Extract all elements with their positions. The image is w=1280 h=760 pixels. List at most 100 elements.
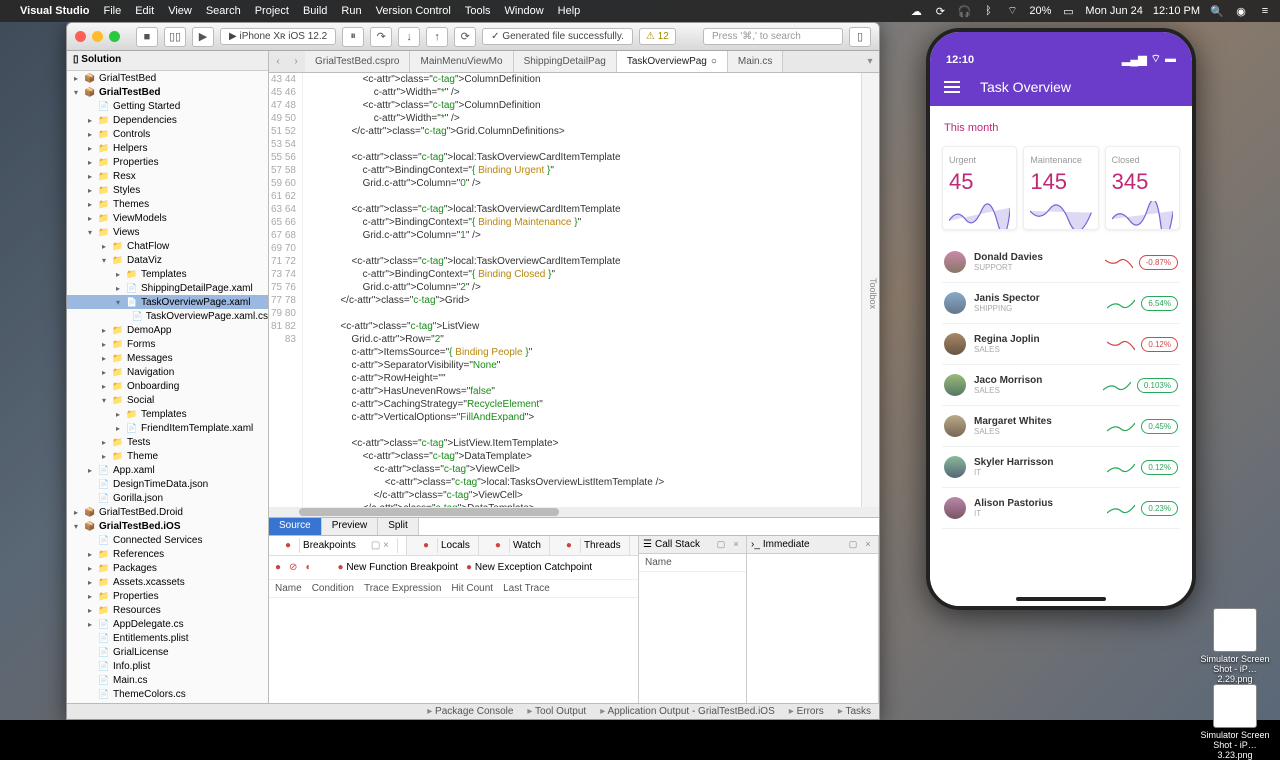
people-list[interactable]: Donald DaviesSUPPORT-0.87%Janis SpectorS… bbox=[930, 242, 1192, 529]
tree-item[interactable]: ▸📁Forms bbox=[67, 337, 268, 351]
tree-item[interactable]: ▸📁Controls bbox=[67, 127, 268, 141]
tree-item[interactable]: ▸📦GrialTestBed.Droid bbox=[67, 505, 268, 519]
hamburger-icon[interactable] bbox=[944, 81, 960, 93]
tree-item[interactable]: ▸📁Onboarding bbox=[67, 379, 268, 393]
tree-item[interactable]: ▸📁Messages bbox=[67, 351, 268, 365]
tree-item[interactable]: ▸📁Properties bbox=[67, 589, 268, 603]
tree-item[interactable]: ▸📁Themes bbox=[67, 197, 268, 211]
tree-item[interactable]: 📄Connected Services bbox=[67, 533, 268, 547]
menu-file[interactable]: File bbox=[103, 5, 121, 17]
editor-tab[interactable]: ShippingDetailPag bbox=[514, 51, 617, 72]
debug-tab-watch[interactable]: ● Watch bbox=[479, 536, 550, 555]
tree-item[interactable]: ▾📁Views bbox=[67, 225, 268, 239]
person-row[interactable]: Janis SpectorSHIPPING6.54% bbox=[942, 283, 1180, 324]
menu-window[interactable]: Window bbox=[505, 5, 544, 17]
tree-item[interactable]: 📄Entitlements.plist bbox=[67, 631, 268, 645]
tree-item[interactable]: ▾📦GrialTestBed.iOS bbox=[67, 519, 268, 533]
editor-tab[interactable]: GrialTestBed.cspro bbox=[305, 51, 410, 72]
tree-item[interactable]: ▾📄TaskOverviewPage.xaml bbox=[67, 295, 268, 309]
tab-overflow-button[interactable]: ▾ bbox=[861, 51, 879, 72]
tree-item[interactable]: ▸📁ViewModels bbox=[67, 211, 268, 225]
status-item[interactable]: Tool Output bbox=[527, 706, 586, 717]
tree-item[interactable]: ▸📁Navigation bbox=[67, 365, 268, 379]
menu-help[interactable]: Help bbox=[558, 5, 581, 17]
home-indicator[interactable] bbox=[1016, 597, 1106, 601]
tree-item[interactable]: ▾📁Social bbox=[67, 393, 268, 407]
pad-close-icon[interactable]: × bbox=[862, 539, 874, 551]
person-row[interactable]: Margaret WhitesSALES0.45% bbox=[942, 406, 1180, 447]
debug-tab-breakpoints[interactable]: ● Breakpoints ▢ × bbox=[269, 536, 407, 555]
tree-item[interactable]: 📄Info.plist bbox=[67, 659, 268, 673]
cloud-icon[interactable]: ☁ bbox=[909, 4, 923, 18]
person-row[interactable]: Alison PastoriusIT0.23% bbox=[942, 488, 1180, 529]
toolbox-sidebar[interactable]: Toolbox bbox=[861, 73, 879, 507]
view-split[interactable]: Split bbox=[378, 518, 418, 535]
person-row[interactable]: Skyler HarrissonIT0.12% bbox=[942, 447, 1180, 488]
view-source[interactable]: Source bbox=[269, 518, 322, 535]
zoom-window-icon[interactable] bbox=[109, 31, 120, 42]
step-in-button[interactable]: ↓ bbox=[398, 27, 420, 47]
tree-item[interactable]: ▸📄AppDelegate.cs bbox=[67, 617, 268, 631]
menu-search[interactable]: Search bbox=[206, 5, 241, 17]
run-button[interactable]: ▶ bbox=[192, 27, 214, 47]
stat-card[interactable]: Urgent45 bbox=[942, 146, 1017, 230]
tree-item[interactable]: ▸📄FriendItemTemplate.xaml bbox=[67, 421, 268, 435]
bluetooth-icon[interactable]: ᛒ bbox=[981, 4, 995, 18]
stat-card[interactable]: Maintenance145 bbox=[1023, 146, 1098, 230]
tree-item[interactable]: ▸📦GrialTestBed bbox=[67, 71, 268, 85]
spotlight-icon[interactable]: 🔍 bbox=[1210, 4, 1224, 18]
editor-tab[interactable]: MainMenuViewMo bbox=[410, 51, 513, 72]
pad-dock-icon[interactable]: ▢ bbox=[847, 539, 859, 551]
refresh-button[interactable]: ⟳ bbox=[454, 27, 476, 47]
sync-icon[interactable]: ⟳ bbox=[933, 4, 947, 18]
pad-close-icon[interactable]: × bbox=[730, 539, 742, 551]
view-preview[interactable]: Preview bbox=[322, 518, 379, 535]
person-row[interactable]: Donald DaviesSUPPORT-0.87% bbox=[942, 242, 1180, 283]
bp-remove-icon[interactable]: ⊘ bbox=[289, 562, 297, 573]
editor-tab[interactable]: TaskOverviewPag ○ bbox=[617, 51, 728, 72]
tree-item[interactable]: 📄GrialLicense bbox=[67, 645, 268, 659]
app-name[interactable]: Visual Studio bbox=[20, 5, 89, 17]
debug-tab-threads[interactable]: ● Threads bbox=[550, 536, 630, 555]
menu-version-control[interactable]: Version Control bbox=[376, 5, 451, 17]
global-search-input[interactable]: Press '⌘,' to search bbox=[703, 28, 843, 45]
run-config-selector[interactable]: ▶ iPhone Xʀ iOS 12.2 bbox=[220, 28, 336, 45]
pad-dock-icon[interactable]: ▢ bbox=[715, 539, 727, 551]
siri-icon[interactable]: ◉ bbox=[1234, 4, 1248, 18]
new-func-breakpoint-button[interactable]: ● New Function Breakpoint bbox=[337, 562, 458, 573]
tree-item[interactable]: ▸📄App.xaml bbox=[67, 463, 268, 477]
tree-item[interactable]: ▸📁References bbox=[67, 547, 268, 561]
close-window-icon[interactable] bbox=[75, 31, 86, 42]
menu-run[interactable]: Run bbox=[341, 5, 361, 17]
person-row[interactable]: Regina JoplinSALES0.12% bbox=[942, 324, 1180, 365]
stop-button[interactable]: ■ bbox=[136, 27, 158, 47]
tree-item[interactable]: ▸📁Templates bbox=[67, 407, 268, 421]
tree-item[interactable]: ▾📦GrialTestBed bbox=[67, 85, 268, 99]
tree-item[interactable]: 📄Main.cs bbox=[67, 673, 268, 687]
bp-add-icon[interactable]: ● bbox=[275, 562, 281, 573]
code-editor[interactable]: 43 44 45 46 47 48 49 50 51 52 53 54 55 5… bbox=[269, 73, 879, 507]
menu-build[interactable]: Build bbox=[303, 5, 327, 17]
tree-item[interactable]: ▸📁Packages bbox=[67, 561, 268, 575]
sim-body[interactable]: This month Urgent45Maintenance145Closed3… bbox=[930, 106, 1192, 606]
tree-item[interactable]: ▸📁Resx bbox=[67, 169, 268, 183]
battery-icon[interactable]: ▭ bbox=[1061, 4, 1075, 18]
person-row[interactable]: Jaco MorrisonSALES0.103% bbox=[942, 365, 1180, 406]
warnings-badge[interactable]: ⚠ 12 bbox=[639, 28, 676, 45]
tree-item[interactable]: ▸📁Styles bbox=[67, 183, 268, 197]
tree-item[interactable]: 📄Gorilla.json bbox=[67, 491, 268, 505]
tree-item[interactable]: 📄Getting Started bbox=[67, 99, 268, 113]
window-traffic-lights[interactable] bbox=[75, 31, 120, 42]
status-item[interactable]: Tasks bbox=[838, 706, 871, 717]
editor-hscrollbar[interactable] bbox=[269, 507, 879, 517]
menu-view[interactable]: View bbox=[168, 5, 192, 17]
tree-item[interactable]: ▸📁Templates bbox=[67, 267, 268, 281]
tree-item[interactable]: 📄ThemeColors.cs bbox=[67, 687, 268, 701]
panel-toggle-button[interactable]: ▯ bbox=[849, 27, 871, 47]
tree-item[interactable]: ▸📁Tests bbox=[67, 435, 268, 449]
tree-item[interactable]: ▸📁ChatFlow bbox=[67, 239, 268, 253]
status-item[interactable]: Errors bbox=[789, 706, 824, 717]
status-item[interactable]: Application Output - GrialTestBed.iOS bbox=[600, 706, 775, 717]
pause-button[interactable]: ⏸ bbox=[342, 27, 364, 47]
desktop-file[interactable]: Simulator Screen Shot - iP…2.29.png bbox=[1200, 608, 1270, 684]
